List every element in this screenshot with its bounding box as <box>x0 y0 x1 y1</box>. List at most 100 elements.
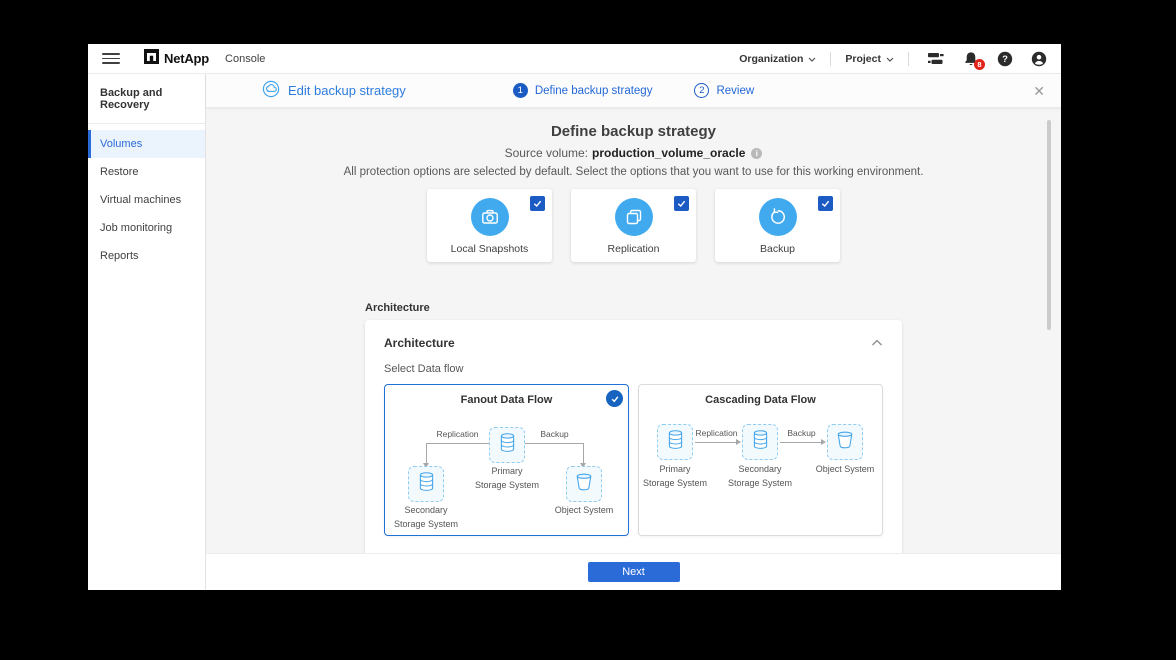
chevron-down-icon <box>886 53 894 65</box>
bucket-icon <box>575 472 593 497</box>
database-icon <box>418 471 435 497</box>
copy-icon <box>615 198 653 236</box>
edge-label: Backup <box>777 428 826 438</box>
option-card-backup[interactable]: Backup <box>715 189 840 262</box>
edge-line <box>780 442 822 443</box>
hamburger-icon[interactable] <box>102 50 120 68</box>
help-icon[interactable]: ? <box>997 51 1013 67</box>
node-label: Secondary Storage System <box>720 463 800 490</box>
wizard-footer: Next <box>206 553 1061 590</box>
wizard-steps: 1 Define backup strategy 2 Review <box>513 83 754 98</box>
chevron-down-icon <box>808 53 816 65</box>
selected-check-icon <box>606 390 623 407</box>
bucket-icon <box>836 430 854 455</box>
database-icon <box>667 429 684 455</box>
notification-badge: 8 <box>974 59 985 70</box>
node-label: Secondary Storage System <box>386 504 466 531</box>
edge-line <box>426 443 489 444</box>
project-dropdown[interactable]: Project <box>831 53 908 65</box>
node-label: Primary Storage System <box>467 465 547 492</box>
option-label: Backup <box>760 243 795 255</box>
step-define-backup-strategy[interactable]: 1 Define backup strategy <box>513 83 653 98</box>
sidebar: Backup and Recovery Volumes Restore Virt… <box>88 74 206 590</box>
step-number: 1 <box>513 83 528 98</box>
edge-label: Replication <box>426 429 489 439</box>
info-icon[interactable]: i <box>751 148 762 159</box>
source-volume-value: production_volume_oracle <box>592 146 745 160</box>
top-bar: NetApp Console Organization Project 8 ? <box>88 44 1061 74</box>
sidebar-item-volumes[interactable]: Volumes <box>88 130 205 158</box>
source-volume-row: Source volume: production_volume_oracle … <box>505 146 763 160</box>
sidebar-item-restore[interactable]: Restore <box>88 158 205 186</box>
step-label: Review <box>716 85 754 97</box>
account-icon[interactable] <box>1031 51 1047 67</box>
option-card-local-snapshots[interactable]: Local Snapshots <box>427 189 552 262</box>
app-name: Console <box>225 53 265 65</box>
secondary-storage-node <box>742 424 778 460</box>
wizard-title: Edit backup strategy <box>262 80 406 101</box>
edge-line <box>583 443 584 463</box>
primary-storage-node <box>489 427 525 463</box>
object-system-node <box>827 424 863 460</box>
checkbox-checked[interactable] <box>674 196 689 211</box>
node-label: Primary Storage System <box>635 463 715 490</box>
netapp-logo-icon <box>144 49 159 69</box>
step-review[interactable]: 2 Review <box>694 83 754 98</box>
close-icon[interactable]: ✕ <box>1033 84 1045 98</box>
source-volume-label: Source volume: <box>505 146 588 160</box>
object-system-node <box>566 466 602 502</box>
chevron-up-icon[interactable] <box>871 339 883 347</box>
database-icon <box>499 432 516 458</box>
protection-options: Local Snapshots Replication <box>427 189 840 262</box>
scrollbar[interactable] <box>1047 120 1051 330</box>
connector-icon[interactable] <box>927 51 945 66</box>
architecture-section-label: Architecture <box>365 302 902 314</box>
sidebar-item-virtual-machines[interactable]: Virtual machines <box>88 186 205 214</box>
brand-logo: NetApp <box>144 49 209 69</box>
flow-title: Fanout Data Flow <box>385 394 628 406</box>
node-label: Object System <box>544 504 624 518</box>
next-button[interactable]: Next <box>588 562 680 582</box>
app-window: NetApp Console Organization Project 8 ? <box>88 44 1061 590</box>
option-card-replication[interactable]: Replication <box>571 189 696 262</box>
page-description: All protection options are selected by d… <box>344 166 924 178</box>
edge-line <box>525 443 584 444</box>
flow-card-fanout[interactable]: Fanout Data Flow Replication Backup <box>384 384 629 536</box>
architecture-section: Architecture Architecture Select Data fl… <box>365 302 902 553</box>
architecture-panel-title: Architecture <box>384 336 455 350</box>
primary-storage-node <box>657 424 693 460</box>
flow-title: Cascading Data Flow <box>639 394 882 406</box>
page-title: Define backup strategy <box>551 123 716 140</box>
sidebar-item-reports[interactable]: Reports <box>88 242 205 270</box>
step-number: 2 <box>694 83 709 98</box>
arrowhead <box>821 439 826 445</box>
option-label: Replication <box>608 243 660 255</box>
edge-line <box>695 442 737 443</box>
checkbox-checked[interactable] <box>818 196 833 211</box>
architecture-panel: Architecture Select Data flow Fanout Dat… <box>365 320 902 553</box>
edge-label: Backup <box>525 429 584 439</box>
edge-line <box>426 443 427 463</box>
restore-icon <box>759 198 797 236</box>
database-icon <box>752 429 769 455</box>
content-area: Define backup strategy Source volume: pr… <box>206 108 1061 553</box>
option-label: Local Snapshots <box>451 243 529 255</box>
flow-card-cascading[interactable]: Cascading Data Flow Replication <box>638 384 883 536</box>
brand-name: NetApp <box>164 51 209 66</box>
cloud-edit-icon <box>262 80 280 101</box>
step-label: Define backup strategy <box>535 85 653 97</box>
select-data-flow-label: Select Data flow <box>384 363 883 375</box>
svg-text:?: ? <box>1002 54 1008 65</box>
node-label: Object System <box>805 463 885 477</box>
checkbox-checked[interactable] <box>530 196 545 211</box>
arrowhead <box>736 439 741 445</box>
sidebar-title: Backup and Recovery <box>88 74 205 124</box>
secondary-storage-node <box>408 466 444 502</box>
wizard-header: Edit backup strategy 1 Define backup str… <box>206 74 1061 108</box>
sidebar-item-job-monitoring[interactable]: Job monitoring <box>88 214 205 242</box>
divider <box>908 52 909 66</box>
camera-icon <box>471 198 509 236</box>
bell-icon[interactable]: 8 <box>963 51 979 67</box>
organization-dropdown[interactable]: Organization <box>725 53 830 65</box>
edge-label: Replication <box>692 428 741 438</box>
